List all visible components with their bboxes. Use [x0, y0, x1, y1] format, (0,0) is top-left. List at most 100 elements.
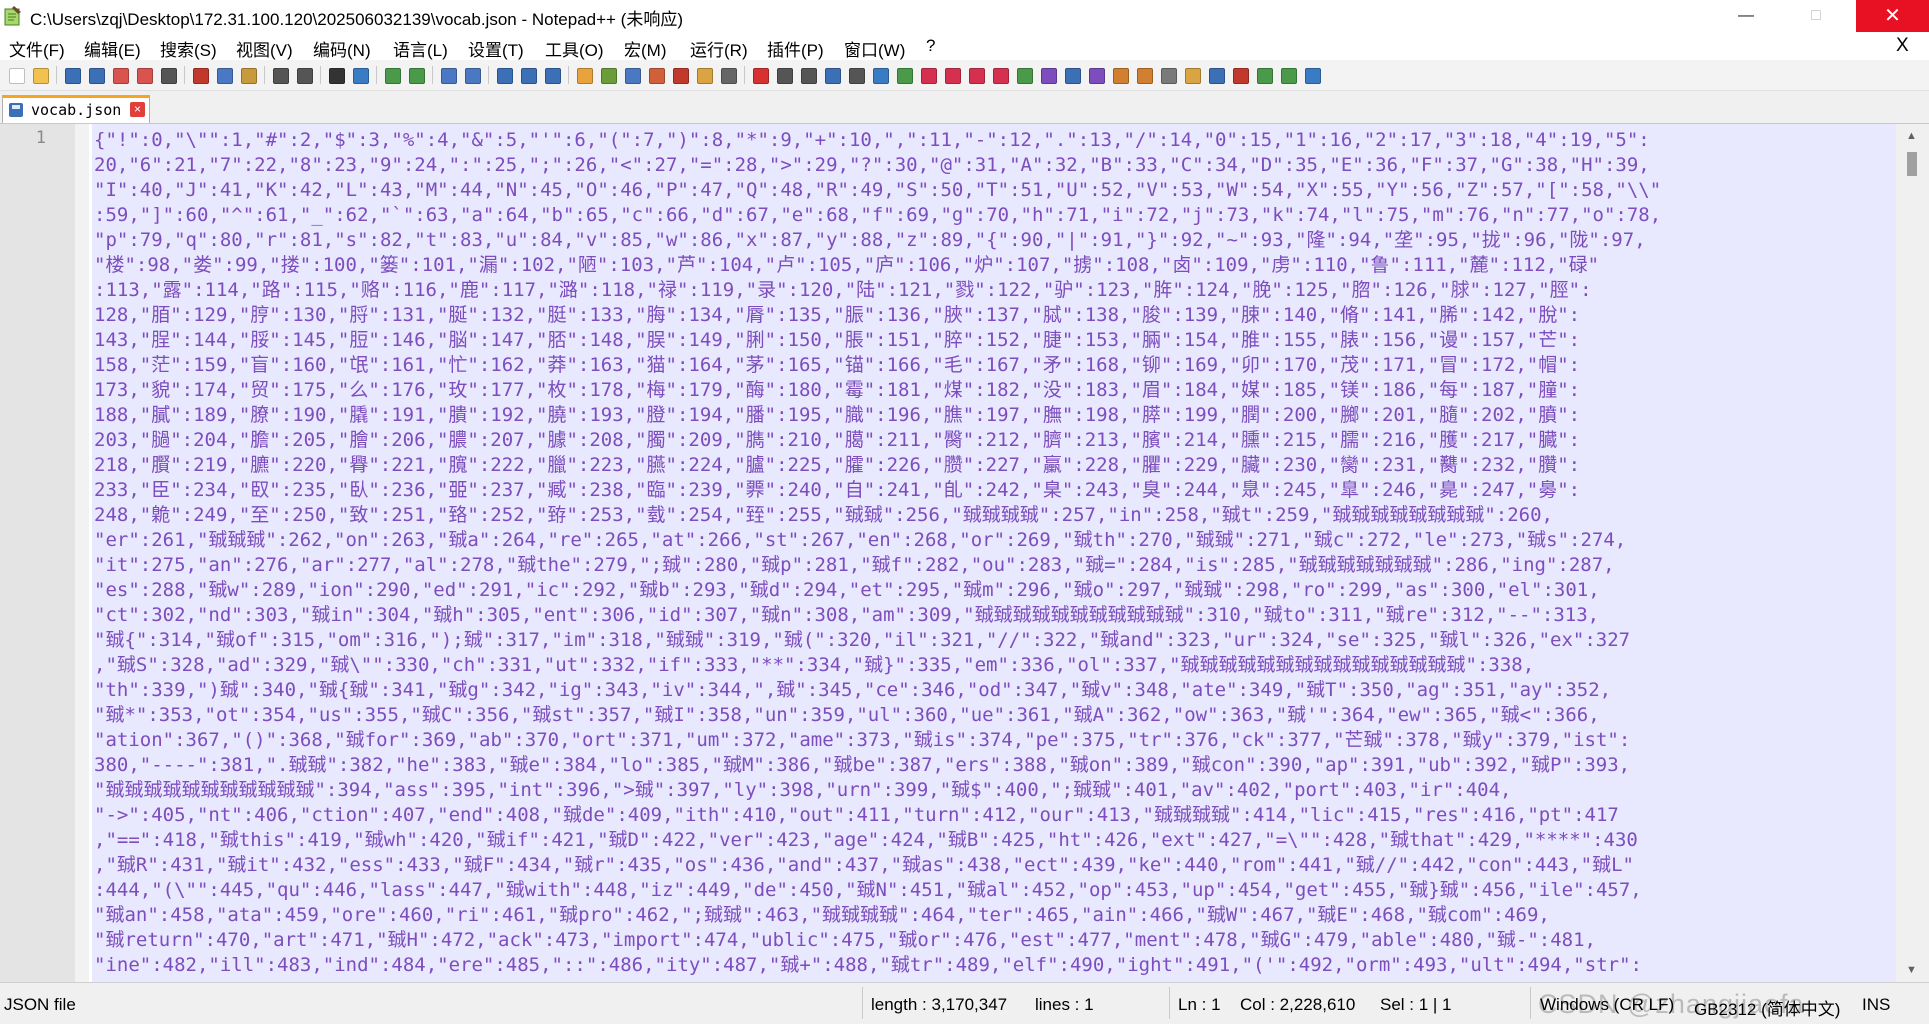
find-icon[interactable] — [326, 65, 346, 85]
copy-icon[interactable] — [214, 65, 234, 85]
status-length: length : 3,170,347 — [871, 995, 1008, 1014]
status-divider — [862, 987, 863, 1019]
bookmark-last-icon[interactable] — [990, 65, 1010, 85]
scroll-down-arrow-icon[interactable]: ▼ — [1906, 964, 1917, 976]
doc-map-icon[interactable] — [598, 65, 618, 85]
close-icon[interactable] — [110, 65, 130, 85]
plugin-c-icon-glyph — [1017, 68, 1033, 84]
save-macro-icon[interactable] — [846, 65, 866, 85]
word-wrap-icon[interactable] — [494, 65, 514, 85]
vertical-scrollbar[interactable]: ▲ ▼ — [1896, 124, 1929, 982]
menu-view[interactable]: 视图(V) — [236, 36, 293, 61]
indent-guide-icon[interactable] — [542, 65, 562, 85]
monitor-icon[interactable] — [670, 65, 690, 85]
status-eol[interactable]: Windows (CR LF) — [1540, 995, 1674, 1015]
open-file-icon[interactable] — [30, 65, 50, 85]
code-line: "ine":482,"ill":483,"ind":484,"ere":485,… — [94, 954, 1642, 976]
menu-run[interactable]: 运行(R) — [690, 36, 748, 61]
plugin-h-icon[interactable] — [1134, 65, 1154, 85]
show-all-chars-icon[interactable] — [518, 65, 538, 85]
menu-search[interactable]: 搜索(S) — [160, 36, 217, 61]
plugin-i-icon[interactable] — [1158, 65, 1178, 85]
tab-bar: vocab.json × — [0, 91, 1929, 124]
menu-file[interactable]: 文件(F) — [9, 36, 65, 61]
record-macro-icon[interactable] — [750, 65, 770, 85]
menu-tools[interactable]: 工具(O) — [545, 36, 604, 61]
folder-workspace-icon[interactable] — [646, 65, 666, 85]
copy-icon-glyph — [217, 68, 233, 84]
menu-window[interactable]: 窗口(W) — [844, 36, 905, 61]
menu-macro[interactable]: 宏(M) — [624, 36, 666, 61]
doc-map-icon-glyph — [601, 68, 617, 84]
folder-workspace-icon-glyph — [649, 68, 665, 84]
plugin-a-icon[interactable] — [870, 65, 890, 85]
redo-icon-glyph — [297, 68, 313, 84]
cut-icon[interactable] — [190, 65, 210, 85]
save-all-icon[interactable] — [86, 65, 106, 85]
plugin-n-icon[interactable] — [1278, 65, 1298, 85]
user-lang-icon[interactable] — [574, 65, 594, 85]
code-area[interactable]: {"!":0,"\"":1,"#":2,"$":3,"%":4,"&":5,"'… — [92, 124, 1896, 982]
code-line: 218,"臔":219,"臕":220,"臖":221,"臗":222,"臘":… — [94, 454, 1581, 476]
code-line: ,"臹S":328,"ad":329,"臹\"":330,"ch":331,"u… — [94, 654, 1535, 676]
code-line: 128,"脜":129,"脝":130,"脟":131,"脠":132,"脡":… — [94, 304, 1581, 326]
menu-help[interactable]: ? — [926, 36, 935, 56]
run-macro-multiple-icon[interactable] — [822, 65, 842, 85]
play-macro-icon[interactable] — [798, 65, 818, 85]
plugin-j-icon[interactable] — [1182, 65, 1202, 85]
status-encoding[interactable]: GB2312 (简体中文) — [1694, 995, 1840, 1020]
bookmark-next-icon[interactable] — [966, 65, 986, 85]
menu-edit[interactable]: 编辑(E) — [84, 36, 141, 61]
plugin-g-icon[interactable] — [1110, 65, 1130, 85]
bookmark-first-icon[interactable] — [918, 65, 938, 85]
scrollbar-thumb[interactable] — [1907, 152, 1917, 176]
bookmark-prev-icon[interactable] — [942, 65, 962, 85]
plugin-l-icon[interactable] — [1230, 65, 1250, 85]
maximize-button[interactable]: □ — [1790, 0, 1842, 32]
editor[interactable]: 1 {"!":0,"\"":1,"#":2,"$":3,"%":4,"&":5,… — [0, 124, 1929, 982]
undo-icon[interactable] — [270, 65, 290, 85]
zoom-out-icon[interactable] — [406, 65, 426, 85]
redo-icon[interactable] — [294, 65, 314, 85]
close-document-button[interactable]: X — [1896, 35, 1909, 57]
new-file-icon[interactable] — [6, 65, 26, 85]
code-line: "it":275,"an":276,"ar":277,"al":278,"臹th… — [94, 554, 1615, 576]
plugin-d-icon-glyph — [1041, 68, 1057, 84]
zoom-in-icon[interactable] — [382, 65, 402, 85]
plugin-f-icon[interactable] — [1086, 65, 1106, 85]
menu-settings[interactable]: 设置(T) — [468, 36, 524, 61]
menu-encoding[interactable]: 编码(N) — [313, 36, 371, 61]
save-icon[interactable] — [62, 65, 82, 85]
sync-vertical-icon[interactable] — [438, 65, 458, 85]
function-list-icon[interactable] — [622, 65, 642, 85]
eye-icon[interactable] — [718, 65, 738, 85]
saved-file-icon — [9, 103, 23, 117]
code-line: "臹return":470,"art":471,"臹H":472,"ack":4… — [94, 929, 1596, 951]
stop-macro-icon[interactable] — [774, 65, 794, 85]
code-line: "p":79,"q":80,"r":81,"s":82,"t":83,"u":8… — [94, 229, 1646, 251]
tab-close-icon[interactable]: × — [130, 102, 145, 117]
plugin-o-icon-glyph — [1305, 68, 1321, 84]
replace-icon[interactable] — [350, 65, 370, 85]
plugin-b-icon[interactable] — [894, 65, 914, 85]
plugin-o-icon[interactable] — [1302, 65, 1322, 85]
plugin-m-icon[interactable] — [1254, 65, 1274, 85]
sync-horizontal-icon[interactable] — [462, 65, 482, 85]
code-line: :113,"露":114,"路":115,"赂":116,"鹿":117,"潞"… — [94, 279, 1592, 301]
minimize-button[interactable]: — — [1720, 0, 1772, 32]
plugin-c-icon[interactable] — [1014, 65, 1034, 85]
user-lang-icon-glyph — [577, 68, 593, 84]
status-ins[interactable]: INS — [1862, 995, 1890, 1015]
menu-language[interactable]: 语言(L) — [393, 36, 448, 61]
tab-vocab-json[interactable]: vocab.json × — [2, 95, 150, 123]
menu-plugins[interactable]: 插件(P) — [767, 36, 824, 61]
open-folder-icon[interactable] — [694, 65, 714, 85]
paste-icon[interactable] — [238, 65, 258, 85]
plugin-e-icon[interactable] — [1062, 65, 1082, 85]
scroll-up-arrow-icon[interactable]: ▲ — [1906, 130, 1917, 142]
close-window-button[interactable]: ✕ — [1856, 0, 1929, 32]
plugin-d-icon[interactable] — [1038, 65, 1058, 85]
print-icon[interactable] — [158, 65, 178, 85]
close-all-icon[interactable] — [134, 65, 154, 85]
plugin-k-icon[interactable] — [1206, 65, 1226, 85]
